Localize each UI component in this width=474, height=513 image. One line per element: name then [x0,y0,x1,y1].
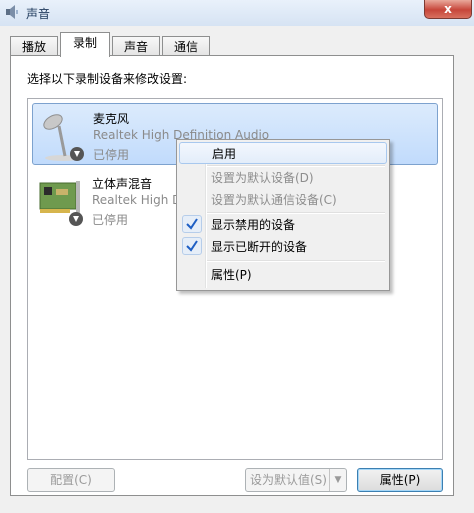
menu-item-set-default-comm-device[interactable]: 设置为默认通信设备(C) [179,189,387,211]
dropdown-arrow-icon[interactable]: ▼ [329,469,346,491]
checkmark-icon [182,215,202,233]
device-name: 立体声混音 [92,177,153,191]
device-status: 已停用 [93,148,130,162]
set-default-split-button[interactable]: 设为默认值(S) ▼ [245,468,347,492]
device-description: Realtek High D [92,193,182,207]
sound-card-icon [39,181,83,226]
device-name: 麦克风 [93,112,130,126]
tab-sounds[interactable]: 声音 [112,36,160,56]
menu-item-label: 设置为默认通信设备(C) [211,193,337,207]
instruction-text: 选择以下录制设备来修改设置: [27,72,188,86]
configure-button[interactable]: 配置(C) [27,468,115,492]
title-bar: 声音 x [0,0,474,26]
tab-communications[interactable]: 通信 [162,36,210,56]
tab-recording[interactable]: 录制 [60,32,110,57]
menu-item-properties[interactable]: 属性(P) [179,264,387,286]
speaker-icon [6,5,18,19]
close-button[interactable]: x [424,0,472,19]
menu-item-label: 显示已断开的设备 [211,240,308,254]
menu-item-label: 属性(P) [211,268,252,282]
menu-item-label: 设置为默认设备(D) [211,171,314,185]
menu-item-set-default-device[interactable]: 设置为默认设备(D) [179,167,387,189]
menu-item-label: 启用 [212,147,237,161]
properties-button[interactable]: 属性(P) [357,468,443,492]
tab-strip: 播放 录制 声音 通信 [10,32,470,57]
menu-item-show-disabled[interactable]: 显示禁用的设备 [179,214,387,236]
menu-item-show-disconnected[interactable]: 显示已断开的设备 [179,236,387,258]
menu-item-enable[interactable]: 启用 [179,142,387,164]
context-menu: 启用 设置为默认设备(D) 设置为默认通信设备(C) 显示禁用的设备 显示已断开… [176,139,390,291]
set-default-label: 设为默认值(S) [250,473,327,487]
device-status: 已停用 [92,213,129,227]
menu-separator [207,260,385,262]
window-title: 声音 [26,7,51,21]
checkmark-icon [182,237,202,255]
tab-playback[interactable]: 播放 [10,36,58,56]
microphone-icon [43,114,84,161]
menu-item-label: 显示禁用的设备 [211,218,296,232]
